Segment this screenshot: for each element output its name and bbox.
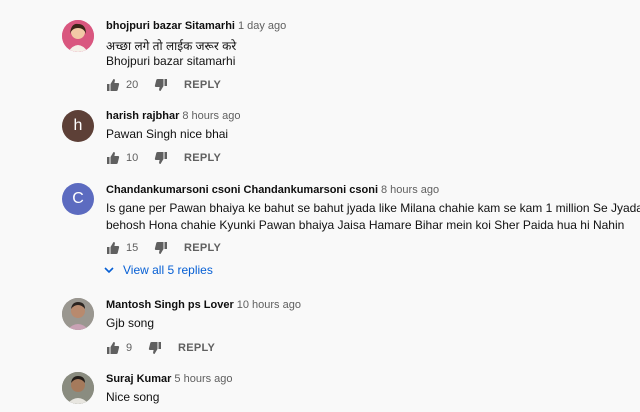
comment-text: Bhojpuri bazar sitamarhi [106, 54, 236, 68]
comment-author[interactable]: Mantosh Singh ps Lover [106, 299, 234, 311]
avatar[interactable] [62, 20, 94, 52]
thumbs-down-icon[interactable] [154, 78, 168, 92]
comment-header: harish rajbhar 8 hours ago [106, 110, 240, 122]
comment-header: Suraj Kumar 5 hours ago [106, 373, 233, 385]
comment-time[interactable]: 5 hours ago [174, 373, 232, 385]
reply-button[interactable]: REPLY [184, 79, 221, 91]
comment-text: अच्छा लगे तो लाईक जरूर करे [106, 39, 237, 53]
view-replies-label: View all 5 replies [123, 263, 213, 277]
reply-button[interactable]: REPLY [184, 152, 221, 164]
avatar[interactable]: C [62, 183, 94, 215]
comment-actions: 9 REPLY [106, 340, 215, 356]
thumbs-up-icon[interactable] [106, 78, 120, 92]
like-count: 9 [126, 342, 133, 354]
comment-actions: 20 REPLY [106, 77, 221, 93]
thumbs-down-icon[interactable] [154, 241, 168, 255]
avatar[interactable] [62, 372, 94, 404]
comment-header: Mantosh Singh ps Lover 10 hours ago [106, 299, 301, 311]
thumbs-up-icon[interactable] [106, 341, 120, 355]
thumbs-down-icon[interactable] [154, 151, 168, 165]
view-replies-button[interactable]: View all 5 replies [104, 263, 213, 277]
avatar-letter: h [73, 117, 83, 134]
comment-header: bhojpuri bazar Sitamarhi 1 day ago [106, 20, 286, 32]
reply-button[interactable]: REPLY [178, 342, 215, 354]
comment-text: Nice song [106, 390, 160, 404]
comment-text: behosh Hona chahie Kyunki Pawan bhaiya J… [106, 218, 625, 232]
thumbs-up-icon[interactable] [106, 151, 120, 165]
comment-time[interactable]: 1 day ago [238, 20, 286, 32]
comment-time[interactable]: 8 hours ago [381, 184, 439, 196]
comment-author[interactable]: bhojpuri bazar Sitamarhi [106, 20, 235, 32]
chevron-down-icon [104, 267, 114, 274]
comment-actions: 10 REPLY [106, 150, 221, 166]
thumbs-up-icon[interactable] [106, 241, 120, 255]
comment-text: Gjb song [106, 316, 155, 330]
avatar[interactable] [62, 298, 94, 330]
thumbs-down-icon[interactable] [148, 341, 162, 355]
comment-author[interactable]: Suraj Kumar [106, 373, 171, 385]
reply-button[interactable]: REPLY [184, 242, 221, 254]
comment-actions: 15 REPLY [106, 240, 221, 256]
comment-text: Pawan Singh nice bhai [106, 127, 229, 141]
comment-text: Is gane per Pawan bhaiya ke bahut se bah… [106, 201, 640, 215]
like-count: 15 [126, 242, 139, 254]
comment-time[interactable]: 8 hours ago [182, 110, 240, 122]
comment-author[interactable]: harish rajbhar [106, 110, 179, 122]
comment-time[interactable]: 10 hours ago [237, 299, 301, 311]
like-count: 20 [126, 79, 139, 91]
comment-author[interactable]: Chandankumarsoni csoni Chandankumarsoni … [106, 184, 378, 196]
like-count: 10 [126, 152, 139, 164]
avatar-letter: C [72, 190, 84, 207]
avatar[interactable]: h [62, 110, 94, 142]
comment-header: Chandankumarsoni csoni Chandankumarsoni … [106, 184, 439, 196]
